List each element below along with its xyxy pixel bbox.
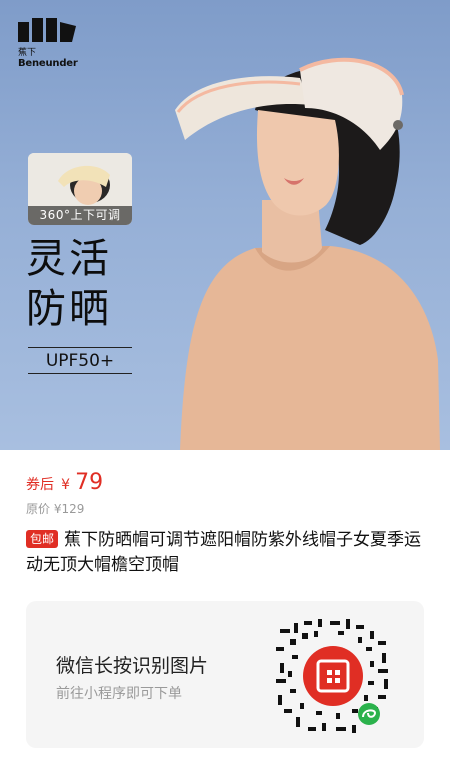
free-shipping-badge: 包邮 <box>26 530 59 548</box>
logo-mark-icon <box>18 18 76 42</box>
card-subtitle: 前往小程序即可下单 <box>56 686 182 702</box>
adjust-thumbnail: 360°上下可调 <box>28 153 132 225</box>
divider <box>28 347 132 348</box>
product-title-row: 包邮 蕉下防晒帽可调节遮阳帽防紫外线帽子女夏季运动无顶大帽檐空顶帽 <box>26 528 426 578</box>
headline-line-2: 防晒 <box>26 286 112 332</box>
headline: 灵活 防晒 <box>26 234 136 334</box>
product-title: 蕉下防晒帽可调节遮阳帽防紫外线帽子女夏季运动无顶大帽檐空顶帽 <box>26 530 422 575</box>
product-hero-image: 蕉下 Beneunder 360°上下可调 灵活 防晒 UPF50+ <box>0 0 450 450</box>
headline-line-1: 灵活 <box>26 236 112 282</box>
divider <box>28 373 132 374</box>
brand-logo: 蕉下 Beneunder <box>18 16 78 70</box>
card-title: 微信长按识别图片 <box>56 655 209 677</box>
coupon-price: 79 <box>75 470 104 495</box>
brand-name-cn: 蕉下 <box>18 48 37 58</box>
currency-symbol: ¥ <box>61 477 71 493</box>
adjust-label: 360°上下可调 <box>28 206 132 225</box>
original-price: 原价 ¥129 <box>26 502 85 516</box>
price-row: 券后 ¥ 79 <box>26 470 103 495</box>
qr-card[interactable]: 微信长按识别图片 前往小程序即可下单 <box>26 601 424 748</box>
coupon-label: 券后 <box>26 477 54 493</box>
upf-rating: UPF50+ <box>45 351 115 371</box>
pinduoduo-logo-icon <box>303 646 363 706</box>
qr-code[interactable] <box>274 617 392 735</box>
brand-name-en: Beneunder <box>18 58 78 69</box>
